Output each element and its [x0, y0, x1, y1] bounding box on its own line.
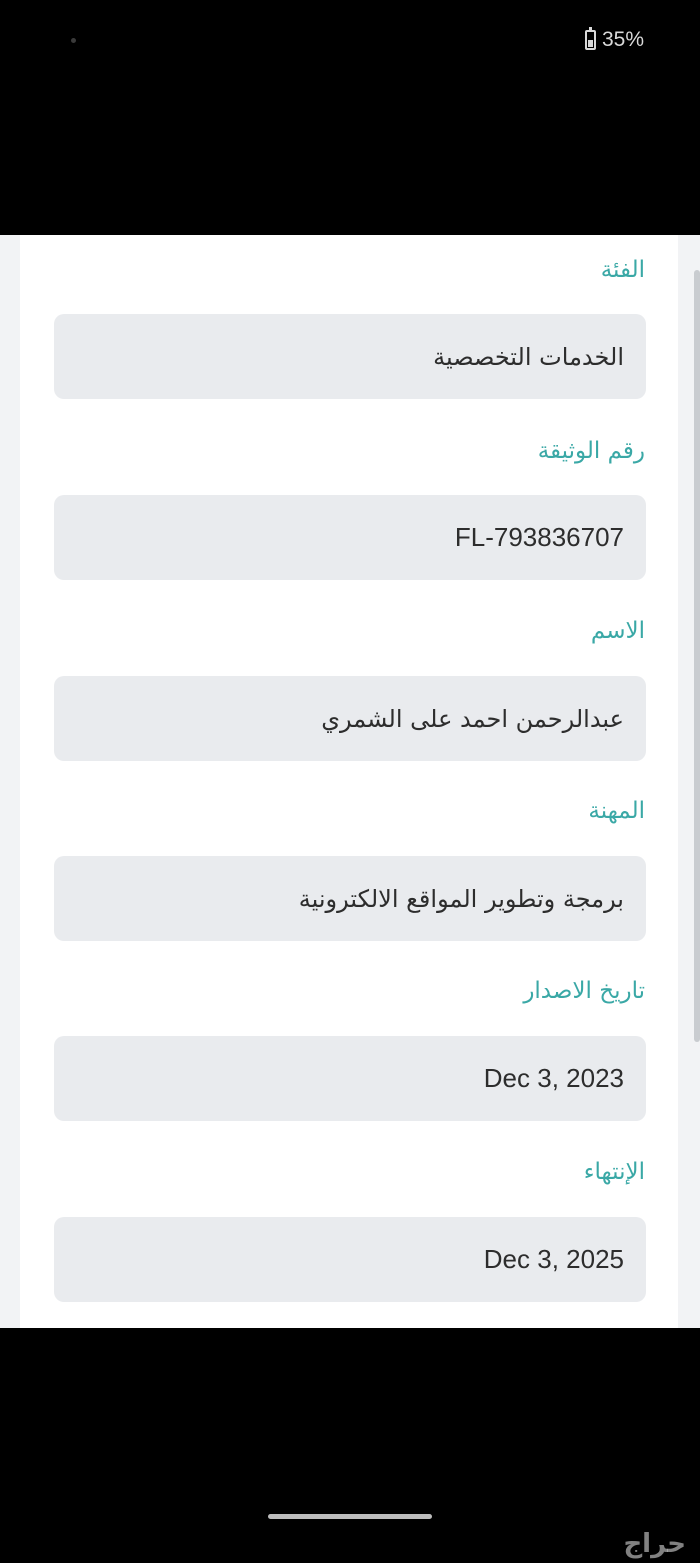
document-number-label: رقم الوثيقة — [537, 438, 645, 464]
bottom-area — [0, 1328, 700, 1563]
battery-indicator: 35% — [584, 27, 644, 52]
document-number-field[interactable]: FL-793836707 — [54, 495, 646, 580]
notification-dot-icon — [71, 38, 76, 43]
profession-field[interactable]: برمجة وتطوير المواقع الالكترونية — [54, 856, 646, 941]
expiry-date-label: الإنتهاء — [583, 1159, 645, 1185]
document-number-value: FL-793836707 — [454, 522, 624, 552]
profession-value: برمجة وتطوير المواقع الالكترونية — [298, 884, 624, 913]
category-field[interactable]: الخدمات التخصصية — [54, 314, 646, 399]
status-bar: 35% — [0, 0, 700, 84]
home-indicator[interactable] — [268, 1514, 432, 1519]
scrollbar[interactable] — [694, 270, 700, 1042]
battery-charging-icon — [584, 27, 596, 50]
screen: 35% الفئة الخدمات التخصصية رقم الوثيقة F… — [0, 0, 700, 1563]
battery-percent: 35% — [601, 28, 644, 51]
category-value: الخدمات التخصصية — [433, 342, 624, 371]
expiry-date-value: Dec 3, 2025 — [483, 1244, 624, 1274]
name-value: عبدالرحمن احمد على الشمري — [321, 704, 624, 733]
category-label: الفئة — [600, 257, 645, 283]
expiry-date-field[interactable]: Dec 3, 2025 — [54, 1217, 646, 1302]
name-label: الاسم — [590, 618, 645, 644]
issue-date-field[interactable]: Dec 3, 2023 — [54, 1036, 646, 1121]
document-details-panel[interactable]: الفئة الخدمات التخصصية رقم الوثيقة FL-79… — [0, 235, 700, 1328]
issue-date-value: Dec 3, 2023 — [483, 1063, 624, 1093]
document-card: الفئة الخدمات التخصصية رقم الوثيقة FL-79… — [20, 235, 678, 1328]
name-field[interactable]: عبدالرحمن احمد على الشمري — [54, 676, 646, 761]
watermark: حراج — [623, 1529, 686, 1559]
profession-label: المهنة — [588, 798, 645, 824]
issue-date-label: تاريخ الاصدار — [523, 978, 645, 1004]
